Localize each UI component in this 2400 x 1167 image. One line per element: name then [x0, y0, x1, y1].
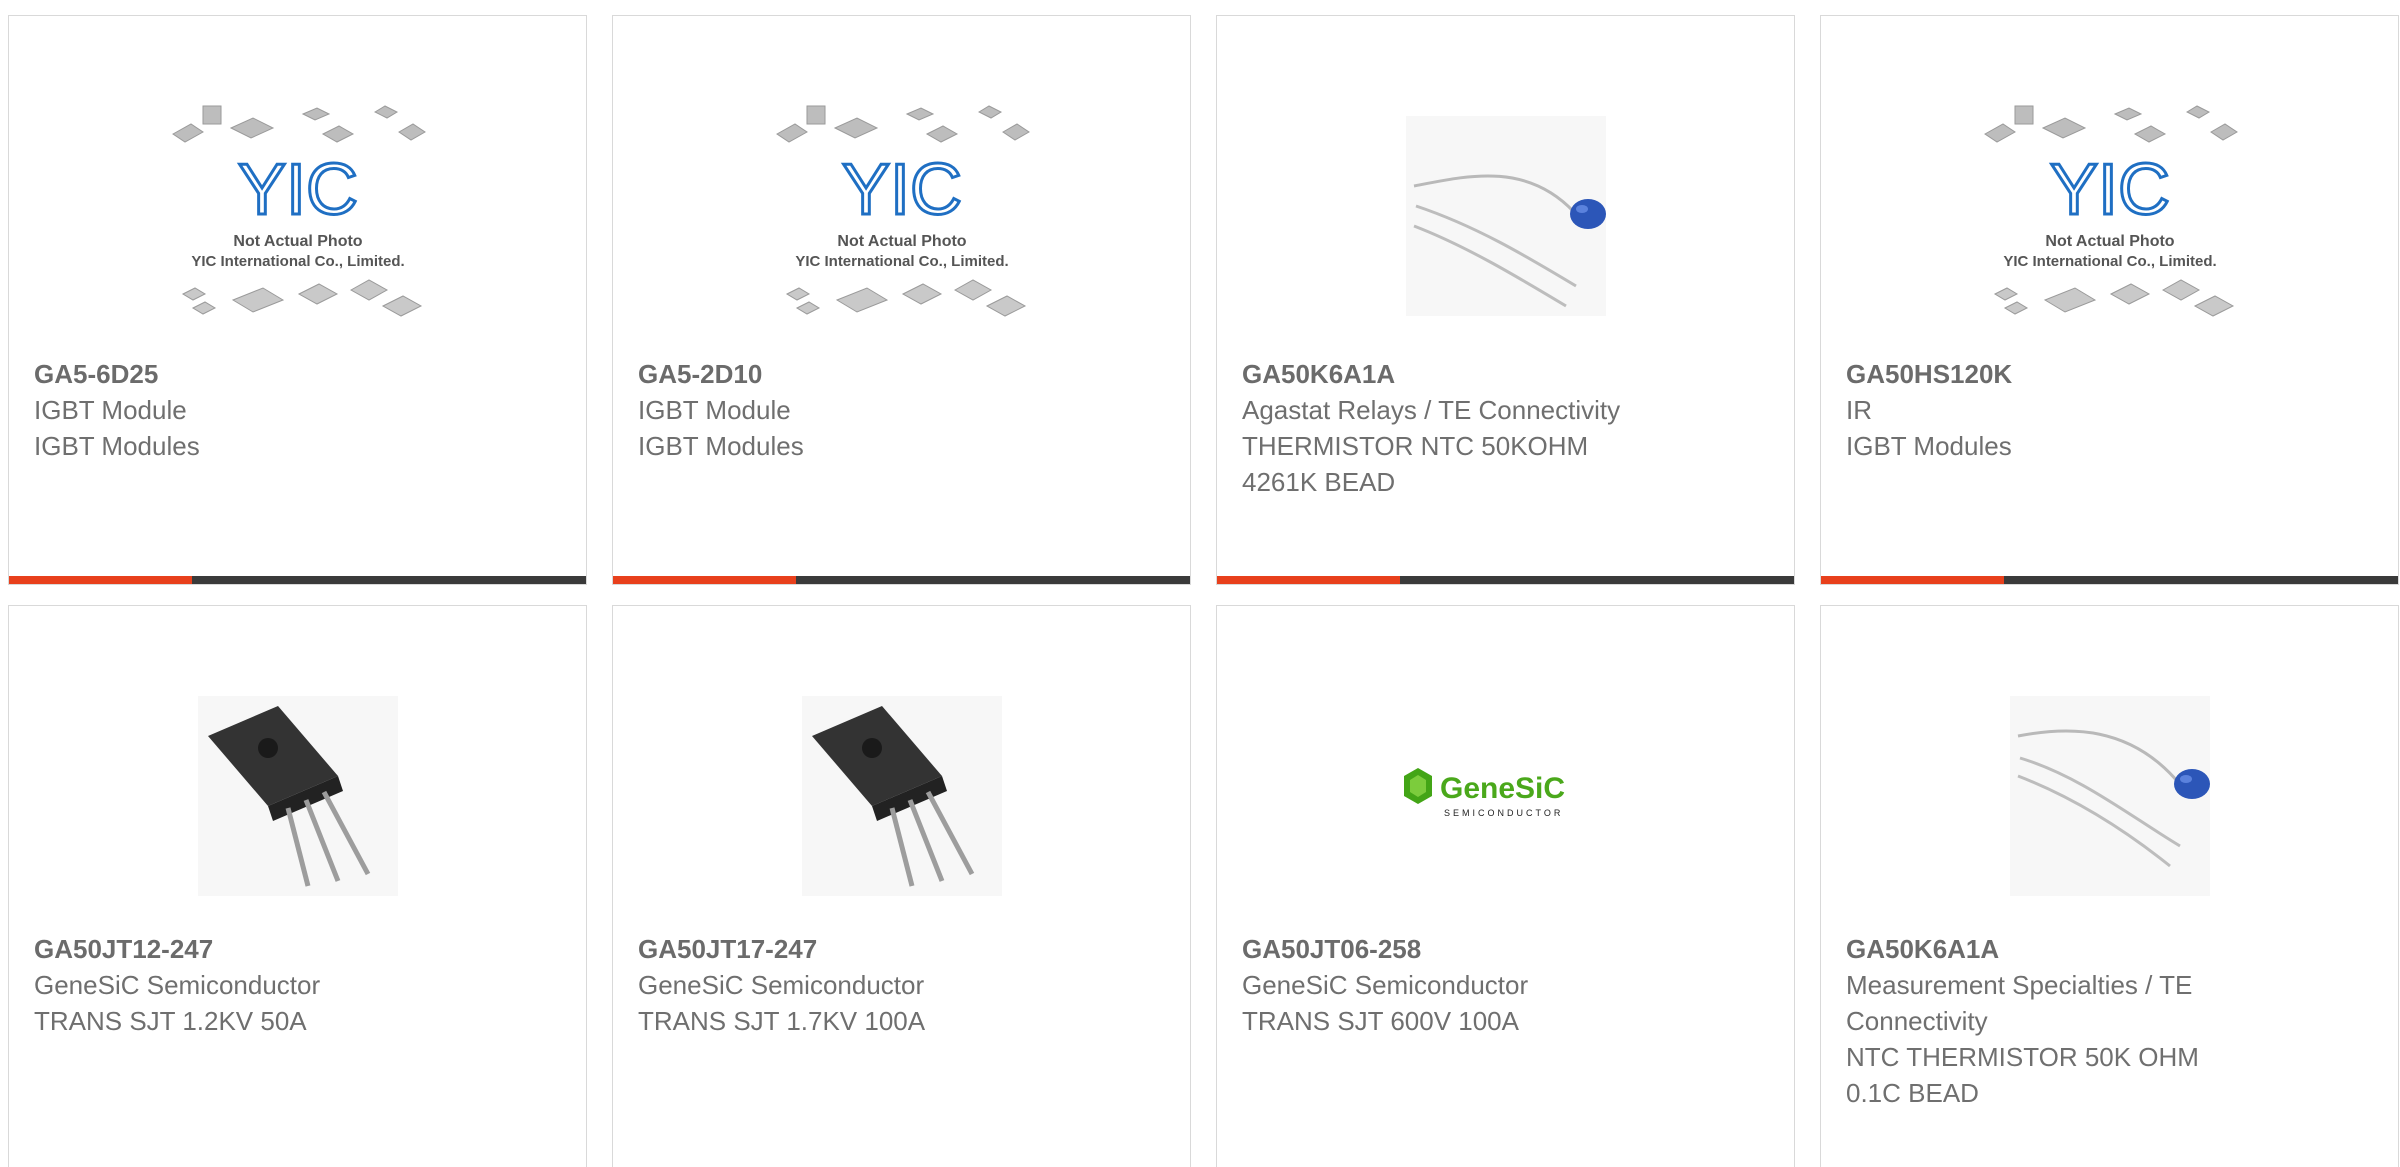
- product-info: GA50K6A1A Agastat Relays / TE Connectivi…: [1242, 356, 1774, 500]
- product-info: GA50K6A1A Measurement Specialties / TE C…: [1846, 931, 2378, 1111]
- transistor-image: [197, 696, 398, 896]
- thermistor-image: [2009, 696, 2210, 896]
- card-footer-bar: [613, 576, 1190, 584]
- product-image[interactable]: YIC Not Actual Photo YIC International C…: [1821, 71, 2398, 361]
- manufacturer: GeneSiC Semiconductor: [1242, 970, 1529, 1000]
- description-cont: 4261K BEAD: [1242, 467, 1396, 497]
- svg-text:Not Actual Photo: Not Actual Photo: [837, 233, 966, 250]
- svg-text:YIC International Co., Limited: YIC International Co., Limited.: [2003, 253, 2216, 270]
- product-image[interactable]: [1821, 666, 2398, 926]
- part-number[interactable]: GA50HS120K: [1846, 356, 2378, 392]
- manufacturer: GeneSiC Semiconductor: [34, 970, 321, 1000]
- thermistor-image: [1405, 116, 1606, 316]
- description: THERMISTOR NTC 50KOHM: [1242, 431, 1589, 461]
- description: IGBT Modules: [34, 431, 200, 461]
- card-footer-bar: [9, 576, 586, 584]
- yic-placeholder-image: YIC Not Actual Photo YIC International C…: [171, 105, 426, 317]
- part-number[interactable]: GA5-2D10: [638, 356, 1170, 392]
- part-number[interactable]: GA50JT06-258: [1242, 931, 1774, 967]
- yic-logo: YIC: [2049, 150, 2169, 230]
- product-image[interactable]: YIC Not Actual Photo YIC International C…: [9, 71, 586, 361]
- svg-text:YIC International Co., Limited: YIC International Co., Limited.: [191, 253, 404, 270]
- yic-placeholder-image: YIC Not Actual Photo YIC International C…: [775, 105, 1030, 317]
- svg-text:Not Actual Photo: Not Actual Photo: [233, 233, 362, 250]
- product-info: GA50JT12-247 GeneSiC Semiconductor TRANS…: [34, 931, 566, 1039]
- description: IGBT Modules: [638, 431, 804, 461]
- card-footer-bar: [1217, 576, 1794, 584]
- product-card[interactable]: GA50K6A1A Measurement Specialties / TE C…: [1820, 605, 2399, 1167]
- product-card[interactable]: GA50JT12-247 GeneSiC Semiconductor TRANS…: [8, 605, 587, 1167]
- manufacturer: GeneSiC Semiconductor: [638, 970, 925, 1000]
- svg-text:SEMICONDUCTOR: SEMICONDUCTOR: [1444, 808, 1563, 818]
- genesic-logo-image: GeneSiC SEMICONDUCTOR: [1403, 768, 1565, 818]
- product-image[interactable]: [9, 666, 586, 926]
- description: IGBT Modules: [1846, 431, 2012, 461]
- part-number[interactable]: GA50K6A1A: [1242, 356, 1774, 392]
- product-info: GA50JT06-258 GeneSiC Semiconductor TRANS…: [1242, 931, 1774, 1039]
- yic-placeholder-image: YIC Not Actual Photo YIC International C…: [1983, 105, 2238, 317]
- product-image[interactable]: [613, 666, 1190, 926]
- part-number[interactable]: GA50JT17-247: [638, 931, 1170, 967]
- product-image[interactable]: [1217, 71, 1794, 361]
- product-info: GA50HS120K IR IGBT Modules: [1846, 356, 2378, 464]
- manufacturer: IR: [1846, 395, 1872, 425]
- product-card[interactable]: YIC Not Actual Photo YIC International C…: [612, 15, 1191, 585]
- product-info: GA50JT17-247 GeneSiC Semiconductor TRANS…: [638, 931, 1170, 1039]
- yic-logo: YIC: [237, 150, 357, 230]
- part-number[interactable]: GA50K6A1A: [1846, 931, 2378, 967]
- svg-text:YIC International Co., Limited: YIC International Co., Limited.: [795, 253, 1008, 270]
- manufacturer: Measurement Specialties / TE: [1846, 970, 2193, 1000]
- product-image[interactable]: GeneSiC SEMICONDUCTOR: [1217, 666, 1794, 926]
- description-cont: 0.1C BEAD: [1846, 1078, 1979, 1108]
- manufacturer: IGBT Module: [34, 395, 187, 425]
- description: TRANS SJT 1.7KV 100A: [638, 1006, 926, 1036]
- description: TRANS SJT 1.2KV 50A: [34, 1006, 307, 1036]
- manufacturer: IGBT Module: [638, 395, 791, 425]
- manufacturer-cont: Connectivity: [1846, 1006, 1988, 1036]
- part-number[interactable]: GA5-6D25: [34, 356, 566, 392]
- product-card[interactable]: YIC Not Actual Photo YIC International C…: [1820, 15, 2399, 585]
- description: NTC THERMISTOR 50K OHM: [1846, 1042, 2199, 1072]
- product-image[interactable]: YIC Not Actual Photo YIC International C…: [613, 71, 1190, 361]
- product-info: GA5-6D25 IGBT Module IGBT Modules: [34, 356, 566, 464]
- yic-logo: YIC: [841, 150, 961, 230]
- product-card[interactable]: GA50JT17-247 GeneSiC Semiconductor TRANS…: [612, 605, 1191, 1167]
- product-grid: YIC Not Actual Photo YIC International C…: [0, 0, 2400, 1167]
- product-card[interactable]: GeneSiC SEMICONDUCTOR GA50JT06-258 GeneS…: [1216, 605, 1795, 1167]
- product-card[interactable]: YIC Not Actual Photo YIC International C…: [8, 15, 587, 585]
- product-card[interactable]: GA50K6A1A Agastat Relays / TE Connectivi…: [1216, 15, 1795, 585]
- svg-text:GeneSiC: GeneSiC: [1440, 772, 1565, 805]
- description: TRANS SJT 600V 100A: [1242, 1006, 1519, 1036]
- manufacturer: Agastat Relays / TE Connectivity: [1242, 395, 1621, 425]
- card-footer-bar: [1821, 576, 2398, 584]
- svg-text:Not Actual Photo: Not Actual Photo: [2045, 233, 2174, 250]
- part-number[interactable]: GA50JT12-247: [34, 931, 566, 967]
- transistor-image: [801, 696, 1002, 896]
- product-info: GA5-2D10 IGBT Module IGBT Modules: [638, 356, 1170, 464]
